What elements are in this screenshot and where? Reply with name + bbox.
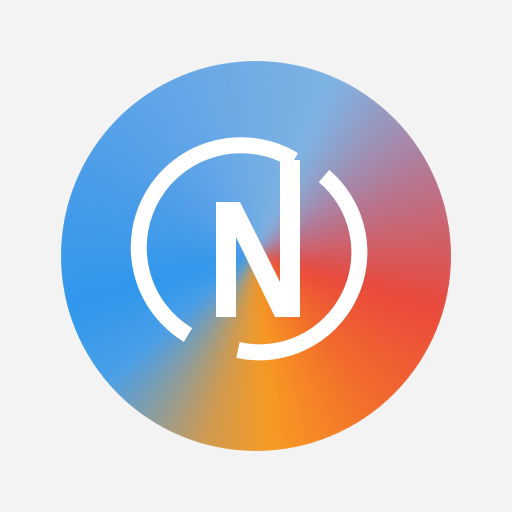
n-logo-icon[interactable] xyxy=(61,61,451,451)
n-monogram-glyph xyxy=(130,137,368,361)
n-letter xyxy=(216,160,300,317)
icon-canvas xyxy=(0,0,512,512)
